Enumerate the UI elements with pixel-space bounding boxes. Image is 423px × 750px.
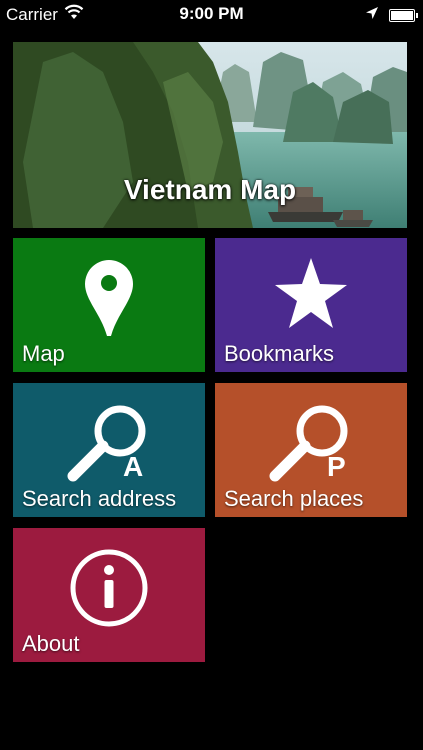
status-time: 9:00 PM xyxy=(179,4,244,23)
banner-image: Vietnam Map xyxy=(13,42,407,228)
map-pin-icon xyxy=(83,258,135,343)
map-tile-label: Map xyxy=(22,341,65,366)
map-tile[interactable]: Map xyxy=(13,238,205,372)
status-bar: Carrier 9:00 PM xyxy=(0,0,423,28)
bookmarks-tile[interactable]: Bookmarks xyxy=(215,238,407,372)
status-right xyxy=(365,5,418,25)
star-icon xyxy=(273,256,349,337)
about-tile[interactable]: About xyxy=(13,528,205,662)
magnifier-p-icon xyxy=(267,401,367,490)
search-address-tile-label: Search address xyxy=(22,486,177,511)
about-tile-label: About xyxy=(22,631,80,656)
search-address-tile[interactable]: A Search address xyxy=(13,383,205,517)
search-places-tile-label: Search places xyxy=(224,486,364,511)
bookmarks-tile-label: Bookmarks xyxy=(224,341,335,366)
battery-icon xyxy=(389,8,418,22)
letter-a-glyph: A xyxy=(123,451,144,482)
info-icon xyxy=(69,548,149,633)
banner-title: Vietnam Map xyxy=(123,174,297,205)
magnifier-a-icon xyxy=(65,401,165,490)
location-arrow-icon xyxy=(365,5,379,25)
letter-p-glyph: P xyxy=(327,451,346,482)
search-places-tile[interactable]: P Search places xyxy=(215,383,407,517)
